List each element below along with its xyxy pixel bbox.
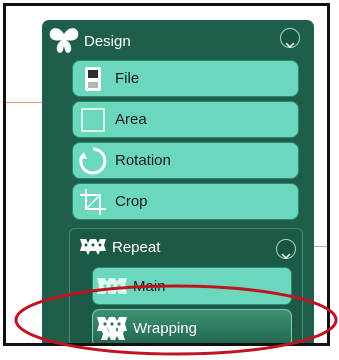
main-pattern-icon — [95, 274, 129, 298]
menu-item-crop-label: Crop — [115, 193, 148, 210]
wrapping-pattern-icon — [95, 314, 129, 342]
repeat-pattern-icon — [78, 237, 108, 257]
design-collapse-button[interactable] — [280, 28, 300, 49]
menu-item-crop[interactable]: Crop — [72, 183, 299, 220]
menu-item-area[interactable]: Area — [72, 101, 299, 138]
file-icon — [75, 61, 111, 97]
crop-icon — [75, 184, 111, 220]
repeat-header[interactable]: Repeat — [78, 237, 160, 257]
design-panel: Design File Area Rotation Crop Repeat Ma… — [42, 20, 314, 343]
menu-item-file-label: File — [115, 70, 140, 87]
screenshot-frame: Design File Area Rotation Crop Repeat Ma… — [3, 3, 330, 346]
menu-item-rotation-label: Rotation — [115, 152, 171, 169]
repeat-item-main-label: Main — [133, 277, 166, 295]
design-header[interactable]: Design — [48, 26, 131, 56]
chevron-down-icon — [285, 35, 295, 49]
repeat-panel: Repeat Main Wrapping — [69, 228, 303, 343]
design-title: Design — [84, 32, 131, 50]
menu-item-area-label: Area — [115, 111, 147, 128]
butterfly-icon — [48, 26, 80, 56]
area-icon — [75, 102, 111, 138]
menu-item-file[interactable]: File — [72, 60, 299, 97]
repeat-item-wrapping-label: Wrapping — [133, 319, 197, 337]
repeat-title: Repeat — [112, 238, 161, 256]
chevron-down-icon — [281, 246, 291, 260]
guide-line-left — [6, 102, 42, 103]
repeat-item-main[interactable]: Main — [92, 267, 292, 305]
repeat-item-wrapping[interactable]: Wrapping — [92, 309, 292, 343]
repeat-collapse-button[interactable] — [276, 239, 296, 260]
rotation-icon — [75, 143, 111, 179]
menu-item-rotation[interactable]: Rotation — [72, 142, 299, 179]
